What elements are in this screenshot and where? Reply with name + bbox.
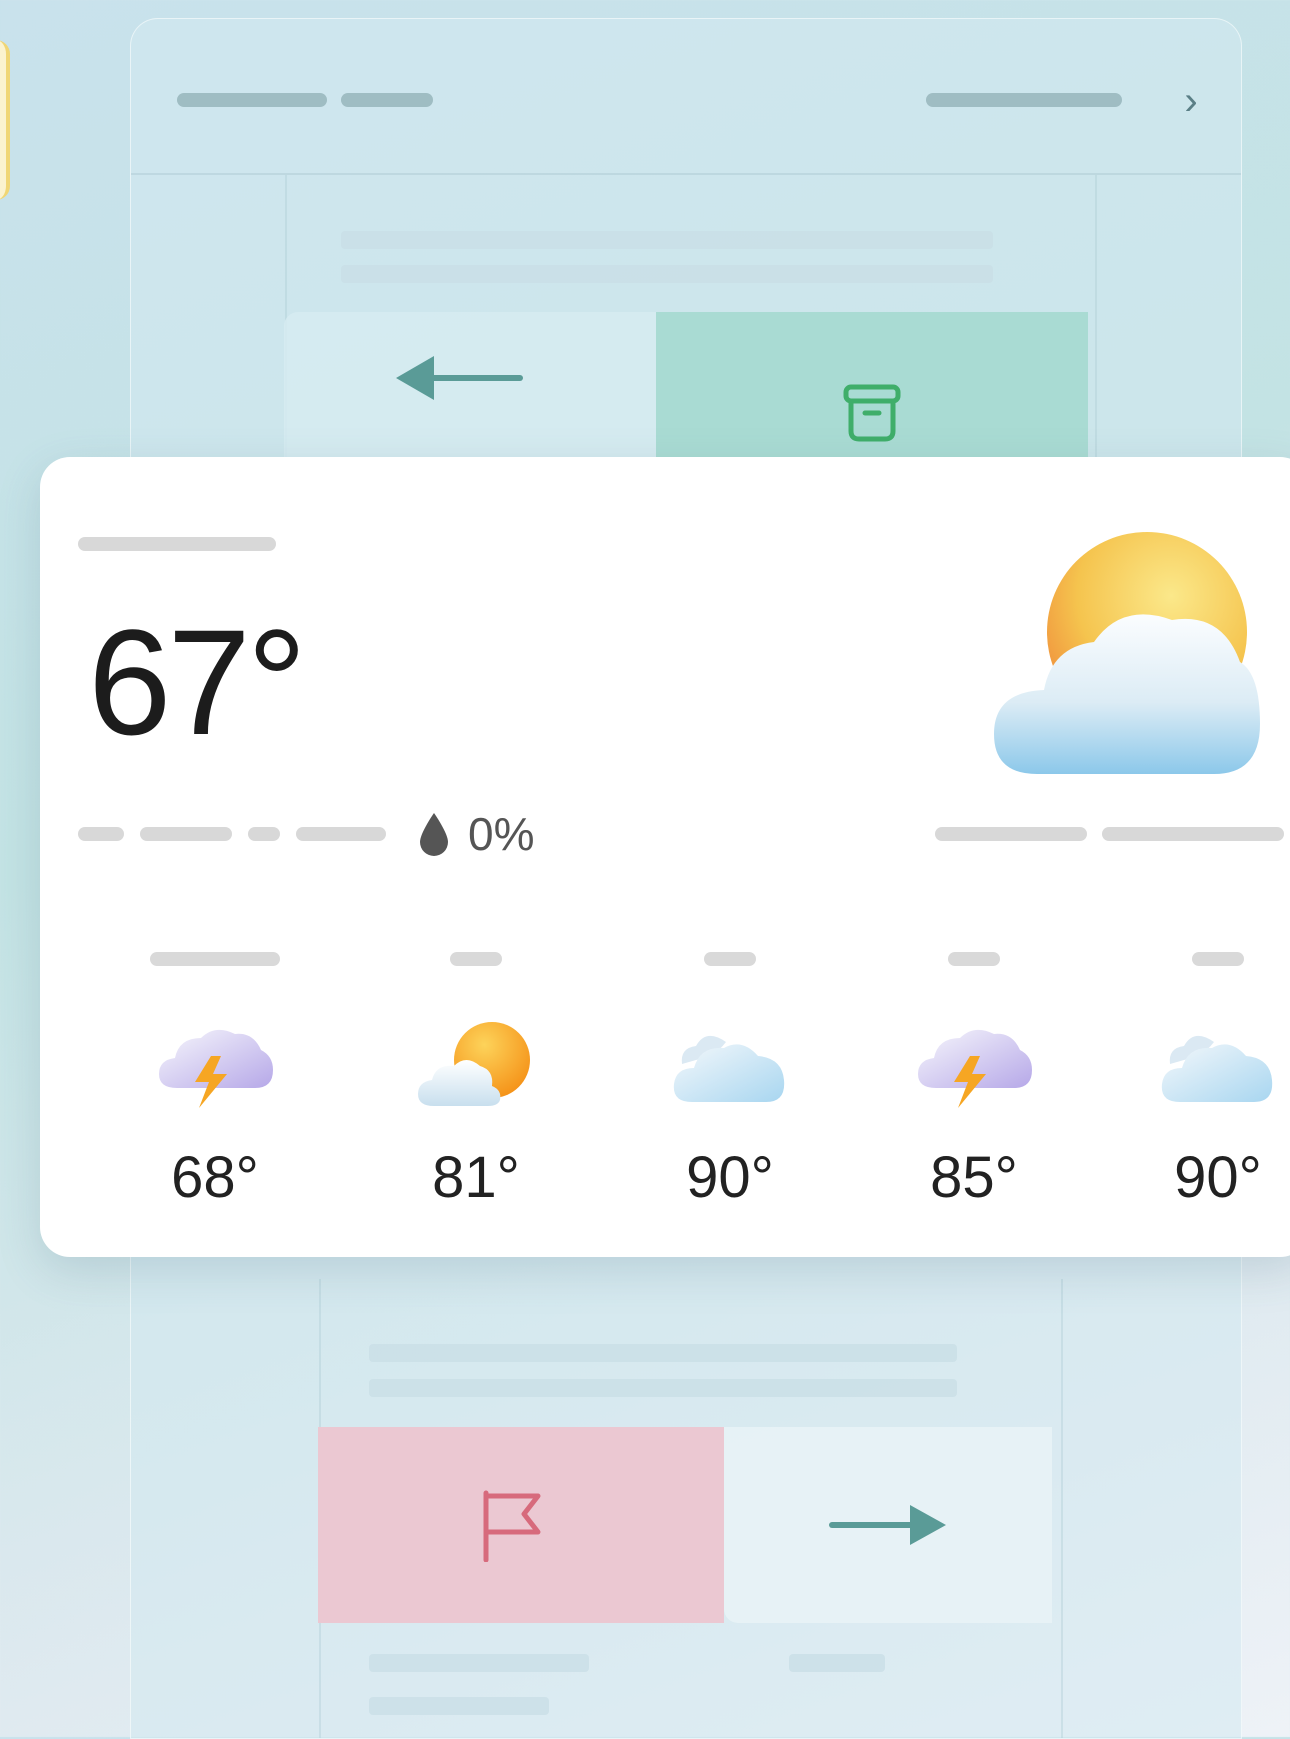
current-temperature: 67°: [88, 598, 307, 766]
archive-swipe-action[interactable]: [656, 312, 1088, 462]
forecast-day-1[interactable]: 68°: [115, 952, 315, 1208]
message-line-4: [369, 1379, 957, 1397]
thunderstorm-icon: [918, 1029, 1032, 1108]
forecast-day-2[interactable]: 81°: [376, 952, 576, 1208]
accent-edge: [0, 40, 10, 200]
forecast-day-5[interactable]: 90°: [1118, 952, 1290, 1208]
sun-behind-cloud-icon: [994, 532, 1260, 774]
forecast-temp: 68°: [171, 1145, 259, 1210]
day-label-placeholder: [704, 952, 756, 966]
day-label-placeholder: [1192, 952, 1244, 966]
detail-placeholder-1: [78, 827, 124, 841]
background-header: ›: [131, 19, 1241, 175]
detail-placeholder-4: [296, 827, 386, 841]
message-line-2: [341, 265, 993, 283]
flag-swipe-action[interactable]: [318, 1427, 724, 1623]
cloud-icon: [673, 1035, 785, 1102]
message-line-7: [369, 1697, 549, 1715]
header-placeholder-2: [341, 93, 433, 107]
precipitation: 0%: [418, 809, 534, 859]
chevron-right-icon[interactable]: ›: [1173, 81, 1209, 121]
reply-swipe-action[interactable]: [284, 312, 656, 462]
arrow-left-icon: [396, 356, 523, 400]
forecast-temp: 90°: [1174, 1145, 1262, 1210]
forecast-temp: 85°: [930, 1145, 1018, 1210]
flag-icon: [483, 1490, 541, 1562]
day-label-placeholder: [150, 952, 280, 966]
message-line-5: [369, 1654, 589, 1672]
forecast-temp: 81°: [432, 1145, 520, 1210]
arrow-right-icon: [829, 1505, 946, 1545]
location-placeholder: [78, 537, 276, 551]
message-line-3: [369, 1344, 957, 1362]
header-placeholder-3: [926, 93, 1122, 107]
detail-placeholder-6: [1102, 827, 1284, 841]
forward-swipe-action[interactable]: [724, 1427, 1052, 1623]
detail-placeholder-5: [935, 827, 1087, 841]
forecast-temp: 90°: [686, 1145, 774, 1210]
forecast-day-4[interactable]: 85°: [874, 952, 1074, 1208]
archive-icon: [843, 384, 901, 442]
detail-placeholder-2: [140, 827, 232, 841]
sun-behind-cloud-icon: [418, 1022, 530, 1106]
message-line-6: [789, 1654, 885, 1672]
cloud-icon: [1161, 1035, 1273, 1102]
message-line-1: [341, 231, 993, 249]
day-label-placeholder: [948, 952, 1000, 966]
precipitation-value: 0%: [468, 808, 535, 860]
detail-placeholder-3: [248, 827, 280, 841]
forecast-day-3[interactable]: 90°: [630, 952, 830, 1208]
day-label-placeholder: [450, 952, 502, 966]
water-drop-icon: [420, 813, 448, 856]
header-placeholder-1: [177, 93, 327, 107]
weather-card[interactable]: 67° 0% 68° 81° 90° 85° 90°: [40, 457, 1290, 1257]
thunderstorm-icon: [159, 1029, 273, 1108]
